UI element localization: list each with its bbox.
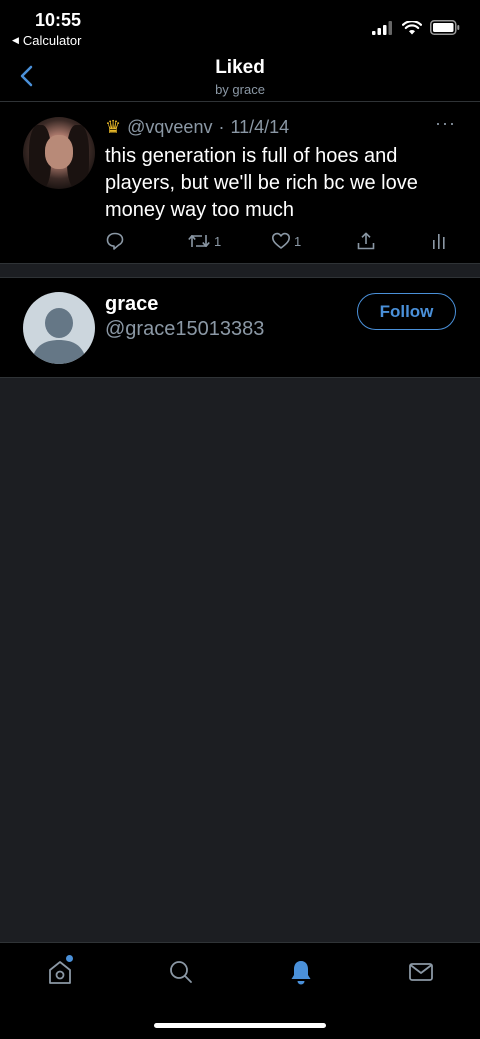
wifi-icon	[402, 20, 422, 34]
tweet-author-handle[interactable]: @vqveenv	[127, 117, 212, 138]
default-profile-icon	[33, 308, 85, 364]
page-subtitle: by grace	[215, 82, 265, 97]
tweet-actions: 1 1	[105, 231, 455, 255]
nav-header: Liked by grace	[0, 52, 480, 102]
home-indicator[interactable]	[154, 1023, 326, 1028]
tweet-header: ♛ @vqveenv · 11/4/14	[105, 117, 289, 138]
page-title: Liked	[215, 57, 265, 78]
share-icon	[357, 232, 375, 250]
user-handle: @grace15013383	[105, 318, 265, 340]
reply-icon	[106, 232, 124, 250]
tweet-date: 11/4/14	[230, 117, 290, 137]
back-app-label: Calculator	[22, 33, 82, 48]
more-options-icon[interactable]: ···	[435, 113, 456, 134]
status-bar: 10:55 ◀ Calculator	[0, 0, 480, 52]
tweet-author-avatar[interactable]	[23, 117, 95, 189]
retweet-count: 1	[214, 233, 222, 249]
user-name: grace	[105, 293, 159, 315]
status-time: 10:55	[35, 10, 82, 30]
follow-button[interactable]: Follow	[357, 293, 456, 330]
back-triangle-icon: ◀	[12, 35, 19, 45]
status-icons	[372, 20, 460, 35]
tweet-text: this generation is full of hoes and play…	[105, 145, 418, 221]
notifications-bell-icon[interactable]	[286, 957, 316, 987]
tweet[interactable]: ♛ @vqveenv · 11/4/14 ··· this generation…	[0, 103, 480, 263]
search-icon[interactable]	[166, 957, 196, 987]
like-button[interactable]: 1	[271, 231, 301, 251]
retweet-button[interactable]: 1	[187, 231, 221, 251]
battery-icon	[430, 20, 460, 35]
default-avatar[interactable]	[23, 292, 95, 364]
heart-icon	[272, 232, 290, 249]
back-to-app-link[interactable]: ◀ Calculator	[12, 33, 81, 48]
like-count: 1	[294, 233, 302, 249]
messages-envelope-icon[interactable]	[406, 957, 436, 987]
analytics-icon	[433, 234, 445, 249]
reply-button[interactable]	[105, 231, 125, 251]
analytics-button[interactable]	[431, 231, 447, 251]
share-button[interactable]	[356, 231, 376, 251]
section-divider	[0, 263, 480, 278]
retweet-icon	[188, 235, 210, 247]
home-notification-dot	[66, 955, 73, 962]
user-list-item[interactable]: grace @grace15013383 Follow	[0, 278, 480, 378]
tweet-separator: ·	[218, 117, 225, 137]
crown-icon: ♛	[105, 117, 122, 137]
signal-icon	[372, 20, 392, 35]
